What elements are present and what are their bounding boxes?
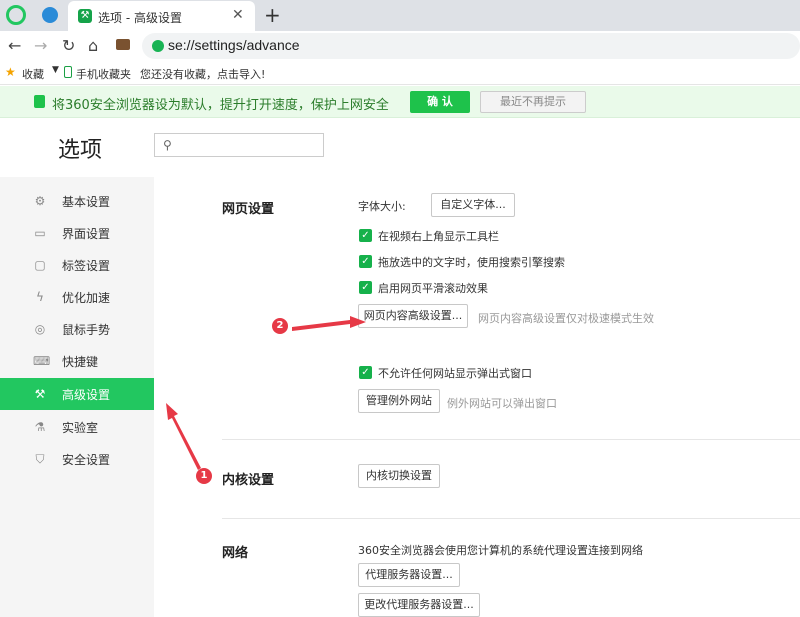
arrow-2	[292, 316, 366, 331]
annotation-arrows	[166, 316, 366, 470]
arrow-1	[166, 403, 201, 470]
annotation-badge-1: 1	[196, 468, 212, 484]
annotation-badge-2: 2	[272, 318, 288, 334]
